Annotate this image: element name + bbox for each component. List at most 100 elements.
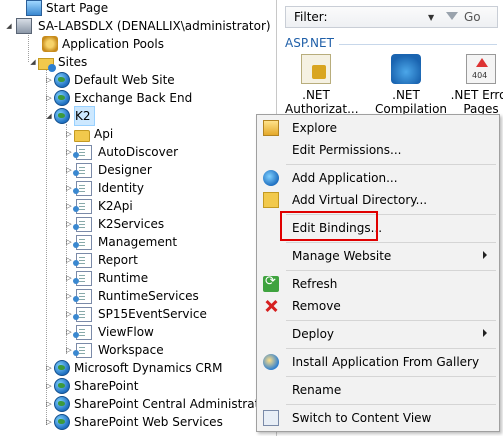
tree-item-site[interactable]: ▷ SharePoint Web Services bbox=[44, 413, 223, 431]
globe-icon bbox=[54, 90, 70, 106]
menu-item-explore[interactable]: Explore bbox=[257, 117, 499, 139]
server-icon bbox=[16, 18, 32, 34]
tree-item-site[interactable]: ▷ Microsoft Dynamics CRM bbox=[44, 359, 222, 377]
expand-arrow-icon[interactable]: ▷ bbox=[64, 161, 74, 179]
tree-item-site-k2[interactable]: ◢ K2 bbox=[44, 106, 95, 126]
menu-item-manage-website[interactable]: Manage Website bbox=[257, 245, 499, 267]
tree-item-label: SharePoint Web Services bbox=[74, 415, 223, 429]
expand-arrow-icon[interactable]: ▷ bbox=[64, 179, 74, 197]
tree-item-app[interactable]: ▷ ViewFlow bbox=[64, 323, 154, 341]
expand-arrow-icon[interactable]: ▷ bbox=[44, 377, 54, 395]
menu-item-add-virtual-directory[interactable]: Add Virtual Directory... bbox=[257, 189, 499, 211]
expand-arrow-icon[interactable]: ▷ bbox=[64, 215, 74, 233]
application-icon bbox=[73, 342, 92, 358]
expand-arrow-icon[interactable]: ▷ bbox=[44, 413, 54, 431]
tree-item-server[interactable]: ◢ SA-LABSDLX (DENALLIX\administrator) bbox=[4, 17, 271, 35]
tree-item-site[interactable]: ▷ SharePoint Central Administration bbox=[44, 395, 278, 413]
tree-item-app[interactable]: ▷ K2Services bbox=[64, 215, 164, 233]
tree-item-label: Application Pools bbox=[62, 37, 164, 51]
tree-item-label: Default Web Site bbox=[74, 73, 175, 87]
expand-arrow-icon[interactable]: ▷ bbox=[64, 143, 74, 161]
tree-item-app[interactable]: ▷ Identity bbox=[64, 179, 144, 197]
expand-arrow-icon[interactable]: ▷ bbox=[44, 395, 54, 413]
expand-arrow-icon[interactable]: ▷ bbox=[64, 341, 74, 359]
tree-item-start-page[interactable]: Start Page bbox=[26, 0, 108, 17]
tree-item-site[interactable]: ▷ Exchange Back End bbox=[44, 89, 192, 107]
tree-item-app[interactable]: ▷ Report bbox=[64, 251, 138, 269]
expand-arrow-icon[interactable]: ▷ bbox=[44, 359, 54, 377]
filter-bar: Filter: ▼ Go bbox=[285, 6, 498, 28]
menu-separator bbox=[286, 320, 496, 321]
tree-item-sites[interactable]: ◢ Sites bbox=[28, 53, 87, 72]
connections-tree: Start Page ◢ SA-LABSDLX (DENALLIX\admini… bbox=[0, 0, 278, 436]
tree-item-app[interactable]: ▷ Api bbox=[64, 125, 113, 143]
tree-item-app[interactable]: ▷ Designer bbox=[64, 161, 152, 179]
application-icon bbox=[73, 234, 92, 250]
expand-arrow-icon[interactable]: ▷ bbox=[64, 251, 74, 269]
tree-item-label: Designer bbox=[98, 163, 152, 177]
tree-item-label: Report bbox=[98, 253, 138, 267]
tree-item-site[interactable]: ▷ SharePoint bbox=[44, 377, 138, 395]
tree-item-label: Management bbox=[98, 235, 178, 249]
expand-arrow-icon[interactable]: ▷ bbox=[64, 197, 74, 215]
tree-item-app[interactable]: ▷ SP15EventService bbox=[64, 305, 207, 323]
remove-icon bbox=[263, 298, 279, 314]
menu-separator bbox=[286, 404, 496, 405]
menu-item-label: Deploy bbox=[292, 327, 335, 341]
menu-item-install-from-gallery[interactable]: Install Application From Gallery bbox=[257, 351, 499, 373]
expand-arrow-icon[interactable]: ▷ bbox=[64, 323, 74, 341]
menu-item-edit-permissions[interactable]: Edit Permissions... bbox=[257, 139, 499, 161]
filter-dropdown-icon[interactable]: ▼ bbox=[428, 13, 434, 22]
content-view-icon bbox=[263, 410, 279, 426]
collapse-arrow-icon[interactable]: ◢ bbox=[44, 107, 54, 125]
tree-item-app[interactable]: ▷ Workspace bbox=[64, 341, 164, 359]
tree-item-label-selected: K2 bbox=[74, 106, 95, 126]
menu-item-label: Rename bbox=[292, 383, 342, 397]
tree-item-app[interactable]: ▷ Runtime bbox=[64, 269, 148, 287]
tree-item-app[interactable]: ▷ Management bbox=[64, 233, 177, 251]
expand-arrow-icon[interactable]: ▷ bbox=[64, 233, 74, 251]
application-icon bbox=[73, 162, 92, 178]
menu-item-label: Edit Permissions... bbox=[292, 143, 402, 157]
menu-item-remove[interactable]: Remove bbox=[257, 295, 499, 317]
feature-net-error-pages[interactable]: .NET Error Pages bbox=[450, 54, 503, 116]
tree-item-app[interactable]: ▷ K2Api bbox=[64, 197, 133, 215]
add-application-icon bbox=[263, 170, 279, 186]
menu-item-label: Remove bbox=[292, 299, 341, 313]
tree-item-label: Exchange Back End bbox=[74, 91, 193, 105]
menu-item-rename[interactable]: Rename bbox=[257, 379, 499, 401]
expand-arrow-icon[interactable]: ▷ bbox=[44, 89, 54, 107]
collapse-arrow-icon[interactable]: ◢ bbox=[4, 17, 14, 35]
tree-item-app[interactable]: ▷ RuntimeServices bbox=[64, 287, 199, 305]
menu-item-refresh[interactable]: Refresh bbox=[257, 273, 499, 295]
funnel-icon[interactable] bbox=[446, 12, 458, 20]
expand-arrow-icon[interactable]: ▷ bbox=[44, 71, 54, 89]
tree-item-label: Api bbox=[94, 127, 114, 141]
tree-item-label: RuntimeServices bbox=[98, 289, 199, 303]
go-button[interactable]: Go bbox=[464, 10, 481, 24]
compilation-icon bbox=[391, 54, 421, 84]
feature-net-authorization[interactable]: .NET Authorizat... bbox=[285, 54, 359, 116]
tree-item-label: ViewFlow bbox=[98, 325, 154, 339]
folder-icon bbox=[74, 129, 90, 142]
tree-item-label: Workspace bbox=[98, 343, 164, 357]
submenu-arrow-icon bbox=[483, 329, 487, 337]
tree-item-label: Microsoft Dynamics CRM bbox=[74, 361, 223, 375]
feature-net-compilation[interactable]: .NET Compilation bbox=[375, 54, 447, 116]
tree-item-label: SA-LABSDLX (DENALLIX\administrator) bbox=[38, 19, 271, 33]
collapse-arrow-icon[interactable]: ◢ bbox=[28, 53, 38, 71]
menu-item-add-application[interactable]: Add Application... bbox=[257, 167, 499, 189]
menu-item-deploy[interactable]: Deploy bbox=[257, 323, 499, 345]
globe-icon bbox=[54, 360, 70, 376]
globe-icon bbox=[54, 414, 70, 430]
expand-arrow-icon[interactable]: ▷ bbox=[64, 125, 74, 143]
application-icon bbox=[73, 144, 92, 160]
expand-arrow-icon[interactable]: ▷ bbox=[64, 269, 74, 287]
tree-item-application-pools[interactable]: Application Pools bbox=[42, 35, 164, 53]
add-virtual-directory-icon bbox=[263, 192, 279, 208]
tree-item-app[interactable]: ▷ AutoDiscover bbox=[64, 143, 178, 161]
expand-arrow-icon[interactable]: ▷ bbox=[64, 287, 74, 305]
tree-item-site[interactable]: ▷ Default Web Site bbox=[44, 71, 175, 89]
menu-item-switch-to-content-view[interactable]: Switch to Content View bbox=[257, 407, 499, 429]
expand-arrow-icon[interactable]: ▷ bbox=[64, 305, 74, 323]
